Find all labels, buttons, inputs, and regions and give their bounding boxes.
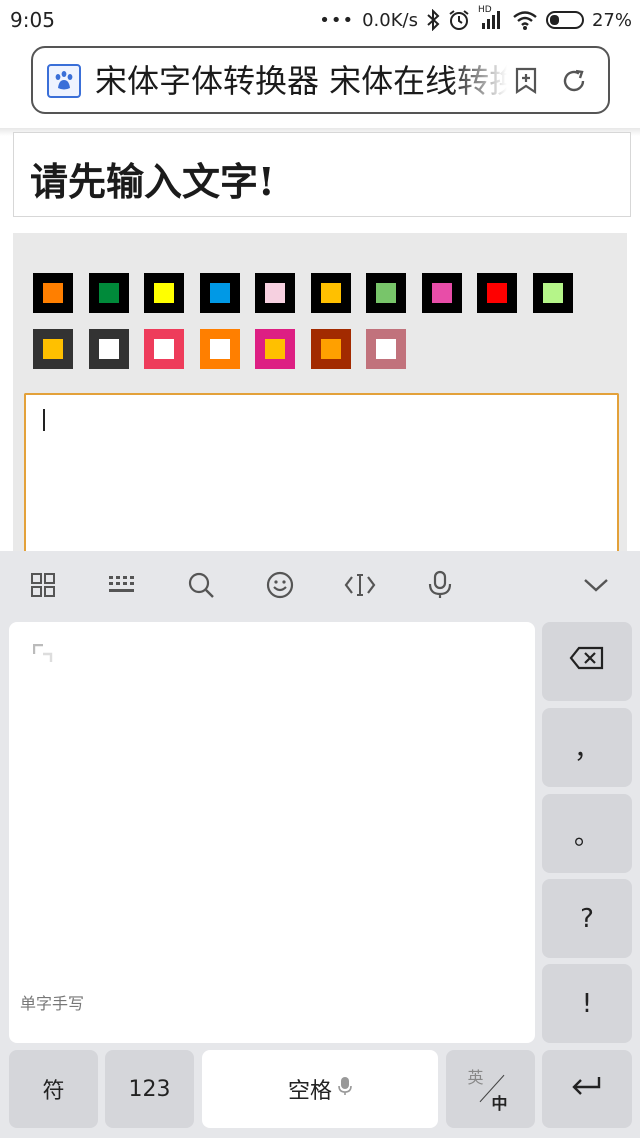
color-swatch[interactable]: [144, 273, 184, 313]
refresh-icon[interactable]: [559, 66, 589, 96]
swatch-fill: [209, 339, 230, 359]
color-swatch[interactable]: [255, 329, 295, 369]
lang-en-label: 英: [467, 1068, 484, 1087]
swatch-fill: [376, 283, 396, 303]
question-key[interactable]: ?: [542, 879, 632, 958]
lang-zh-label: 中: [491, 1094, 508, 1113]
swatch-fill: [265, 283, 285, 303]
lang-switch-glyph: 英 中: [466, 1064, 516, 1114]
hd-label: HD: [477, 5, 492, 15]
space-key[interactable]: 空格: [202, 1050, 438, 1128]
swatch-fill: [320, 339, 341, 359]
bluetooth-icon: [426, 9, 440, 31]
color-swatch[interactable]: [88, 329, 129, 369]
enter-icon: [571, 1075, 603, 1103]
alarm-icon: [448, 9, 470, 31]
text-input[interactable]: [24, 393, 619, 563]
microphone-icon[interactable]: [420, 567, 460, 603]
handwriting-area[interactable]: 单字手写: [9, 622, 535, 1043]
swatch-fill: [487, 283, 507, 303]
soft-keyboard: 单字手写 ， 。 ? ! 符 123 空格 英 中: [0, 551, 640, 1138]
color-swatch[interactable]: [88, 273, 129, 313]
backspace-key[interactable]: [542, 622, 632, 701]
period-key[interactable]: 。: [542, 794, 632, 873]
color-swatch[interactable]: [255, 273, 295, 313]
more-dots-icon: •••: [319, 9, 355, 31]
expand-icon[interactable]: [32, 643, 53, 668]
color-swatch[interactable]: [310, 273, 351, 313]
color-swatch[interactable]: [421, 273, 462, 313]
grid-icon[interactable]: [23, 567, 63, 603]
enter-key[interactable]: [542, 1050, 632, 1128]
swatch-fill: [431, 283, 452, 303]
handwriting-label: 单字手写: [20, 994, 85, 1013]
signal-icon: HD: [478, 5, 504, 31]
swatch-fill: [43, 339, 63, 359]
symbol-key[interactable]: 符: [9, 1050, 98, 1128]
swatch-fill: [542, 283, 563, 303]
cursor-icon[interactable]: [340, 567, 380, 603]
address-bar[interactable]: 宋体字体转换器 宋体在线转换器: [31, 46, 610, 114]
status-bar: 9:05 ••• 0.0K/s HD 27%: [0, 0, 640, 40]
keyboard-icon[interactable]: [102, 567, 142, 603]
swatch-fill: [209, 283, 230, 303]
page-title[interactable]: 宋体字体转换器 宋体在线转换器: [95, 62, 507, 100]
swatch-fill: [98, 283, 119, 303]
chevron-down-icon[interactable]: [576, 567, 616, 603]
swatch-fill: [154, 339, 174, 359]
emoji-icon[interactable]: [260, 567, 300, 603]
notice-text: 请先输入文字!: [30, 159, 275, 204]
search-icon[interactable]: [181, 567, 221, 603]
color-swatch[interactable]: [366, 273, 406, 313]
color-swatch[interactable]: [33, 329, 73, 369]
comma-key[interactable]: ，: [542, 708, 632, 787]
color-swatch[interactable]: [199, 273, 240, 313]
color-swatch[interactable]: [33, 273, 73, 313]
color-swatch[interactable]: [144, 329, 184, 369]
text-caret: [43, 409, 45, 431]
mic-small-icon: [338, 1076, 352, 1102]
color-swatch[interactable]: [366, 329, 406, 369]
swatch-fill: [154, 283, 174, 303]
bookmark-add-icon[interactable]: [511, 66, 541, 96]
number-key[interactable]: 123: [105, 1050, 194, 1128]
color-swatch[interactable]: [199, 329, 240, 369]
color-swatch[interactable]: [310, 329, 351, 369]
lang-switch-key[interactable]: 英 中: [446, 1050, 535, 1128]
swatch-fill: [320, 283, 341, 303]
battery-percent: 27%: [591, 9, 632, 31]
swatch-fill: [43, 283, 63, 303]
notice-box: 请先输入文字!: [13, 132, 631, 217]
paw-icon: [47, 64, 81, 98]
swatch-fill: [376, 339, 396, 359]
swatch-fill: [98, 339, 119, 359]
network-speed: 0.0K/s: [362, 9, 418, 31]
wifi-icon: [512, 9, 538, 31]
color-swatch[interactable]: [477, 273, 517, 313]
status-time: 9:05: [10, 8, 55, 32]
status-icons: ••• 0.0K/s HD 27%: [319, 5, 632, 33]
battery-icon: [545, 11, 584, 29]
swatch-fill: [265, 339, 285, 359]
color-swatch[interactable]: [532, 273, 573, 313]
exclamation-key[interactable]: !: [542, 964, 632, 1043]
space-label: 空格: [287, 1079, 332, 1104]
backspace-icon: [569, 646, 605, 677]
